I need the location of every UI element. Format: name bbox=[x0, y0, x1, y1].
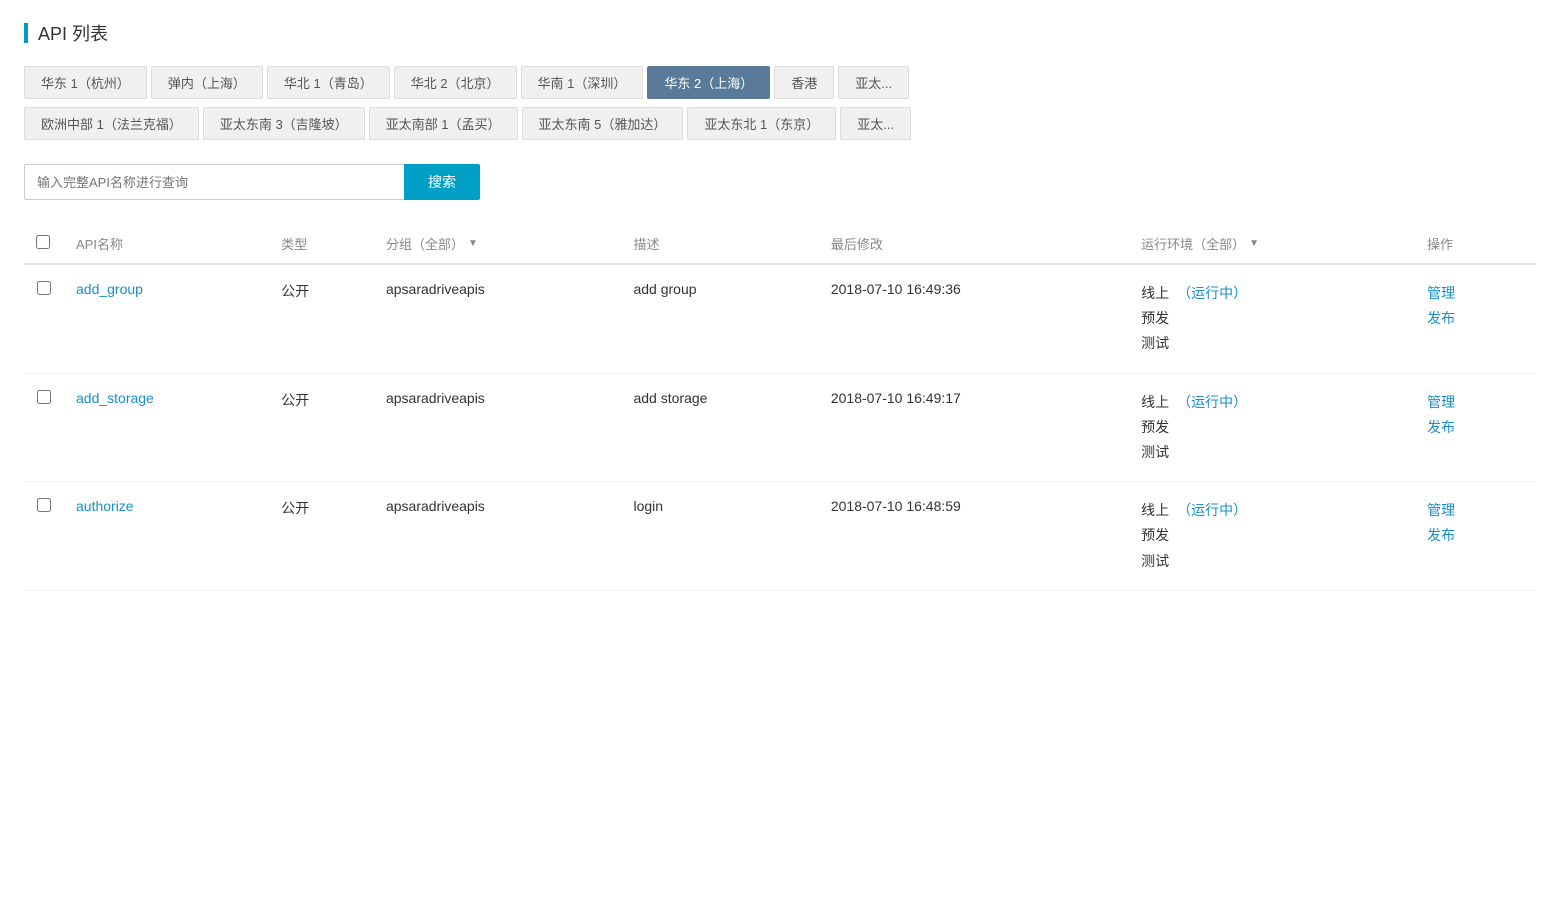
row-modified: 2018-07-10 16:48:59 bbox=[819, 482, 1129, 591]
row-type: 公开 bbox=[269, 482, 374, 591]
env-label: 预发 bbox=[1141, 523, 1169, 548]
env-filter-header[interactable]: 运行环境（全部） ▼ bbox=[1141, 234, 1403, 253]
row-api-name[interactable]: add_group bbox=[64, 264, 269, 373]
row-env: 线上预发测试 （运行中） bbox=[1129, 264, 1415, 373]
row-group: apsaradriveapis bbox=[374, 373, 622, 482]
table-body: add_group公开apsaradriveapisadd group2018-… bbox=[24, 264, 1536, 590]
region-tab-frankfurt[interactable]: 欧洲中部 1（法兰克福） bbox=[24, 107, 199, 140]
row-desc: login bbox=[621, 482, 818, 591]
row-api-name[interactable]: authorize bbox=[64, 482, 269, 591]
api-name-link[interactable]: add_storage bbox=[76, 390, 154, 406]
page-title-text: API 列表 bbox=[38, 20, 108, 46]
th-env[interactable]: 运行环境（全部） ▼ bbox=[1129, 224, 1415, 264]
th-desc: 描述 bbox=[621, 224, 818, 264]
api-name-link[interactable]: authorize bbox=[76, 498, 134, 514]
op-发布[interactable]: 发布 bbox=[1427, 419, 1455, 435]
api-name-link[interactable]: add_group bbox=[76, 281, 143, 297]
row-modified: 2018-07-10 16:49:17 bbox=[819, 373, 1129, 482]
region-tab-tokyo[interactable]: 亚太东北 1（东京） bbox=[687, 107, 836, 140]
row-2-checkbox[interactable] bbox=[37, 390, 51, 404]
row-env: 线上预发测试 （运行中） bbox=[1129, 482, 1415, 591]
op-发布[interactable]: 发布 bbox=[1427, 310, 1455, 326]
op-发布[interactable]: 发布 bbox=[1427, 527, 1455, 543]
region-tabs-row1: 华东 1（杭州） 弹内（上海） 华北 1（青岛） 华北 2（北京） 华南 1（深… bbox=[24, 66, 1536, 99]
table-row: authorize 公开apsaradriveapislogin2018-07-1… bbox=[24, 482, 1536, 591]
env-filter-arrow: ▼ bbox=[1249, 238, 1259, 249]
th-api-name: API名称 bbox=[64, 224, 269, 264]
row-type: 公开 bbox=[269, 264, 374, 373]
region-tab-asia2[interactable]: 亚太... bbox=[840, 107, 911, 140]
region-tab-hongkong[interactable]: 香港 bbox=[774, 66, 834, 99]
table-row: add_storage 公开apsaradriveapisadd storage2… bbox=[24, 373, 1536, 482]
region-tabs-row2: 欧洲中部 1（法兰克福） 亚太东南 3（吉隆坡） 亚太南部 1（孟买） 亚太东南… bbox=[24, 107, 1536, 140]
region-tab-qingdao[interactable]: 华北 1（青岛） bbox=[267, 66, 390, 99]
region-tab-hangzhou[interactable]: 华东 1（杭州） bbox=[24, 66, 147, 99]
op-管理[interactable]: 管理 bbox=[1427, 285, 1455, 301]
env-label: 线上 bbox=[1141, 498, 1169, 523]
row-checkbox-cell[interactable] bbox=[24, 373, 64, 482]
row-type: 公开 bbox=[269, 373, 374, 482]
row-op[interactable]: 管理发布 bbox=[1415, 482, 1536, 591]
api-table: API名称 类型 分组（全部） ▼ 描述 最后修改 运行环境（全部） ▼ 操作 bbox=[24, 224, 1536, 591]
region-tab-shenzhen[interactable]: 华南 1（深圳） bbox=[521, 66, 644, 99]
region-tab-shanghai2[interactable]: 华东 2（上海） bbox=[647, 66, 770, 99]
env-label: 测试 bbox=[1141, 331, 1169, 356]
status-badge[interactable]: （运行中） bbox=[1177, 498, 1247, 523]
region-tab-beijing[interactable]: 华北 2（北京） bbox=[394, 66, 517, 99]
group-filter-arrow: ▼ bbox=[468, 238, 478, 249]
search-button[interactable]: 搜索 bbox=[404, 164, 480, 200]
row-desc: add storage bbox=[621, 373, 818, 482]
search-row: 搜索 bbox=[24, 164, 1536, 200]
row-group: apsaradriveapis bbox=[374, 482, 622, 591]
region-tab-mumbai[interactable]: 亚太南部 1（孟买） bbox=[369, 107, 518, 140]
row-env: 线上预发测试 （运行中） bbox=[1129, 373, 1415, 482]
select-all-checkbox[interactable] bbox=[36, 235, 50, 249]
env-label: 预发 bbox=[1141, 306, 1169, 331]
th-op: 操作 bbox=[1415, 224, 1536, 264]
page-title: API 列表 bbox=[24, 20, 1536, 46]
row-op[interactable]: 管理发布 bbox=[1415, 264, 1536, 373]
env-label: 线上 bbox=[1141, 390, 1169, 415]
search-input[interactable] bbox=[24, 164, 404, 200]
row-checkbox-cell[interactable] bbox=[24, 264, 64, 373]
status-badge[interactable]: （运行中） bbox=[1177, 390, 1247, 415]
region-tab-jakarta[interactable]: 亚太东南 5（雅加达） bbox=[522, 107, 684, 140]
region-tab-kualalumpur[interactable]: 亚太东南 3（吉隆坡） bbox=[203, 107, 365, 140]
row-modified: 2018-07-10 16:49:36 bbox=[819, 264, 1129, 373]
row-desc: add group bbox=[621, 264, 818, 373]
env-label: 测试 bbox=[1141, 549, 1169, 574]
table-header-row: API名称 类型 分组（全部） ▼ 描述 最后修改 运行环境（全部） ▼ 操作 bbox=[24, 224, 1536, 264]
row-group: apsaradriveapis bbox=[374, 264, 622, 373]
row-checkbox-cell[interactable] bbox=[24, 482, 64, 591]
table-row: add_group 公开apsaradriveapisadd group2018-… bbox=[24, 264, 1536, 373]
group-header-label: 分组（全部） bbox=[386, 234, 464, 253]
op-管理[interactable]: 管理 bbox=[1427, 502, 1455, 518]
th-group[interactable]: 分组（全部） ▼ bbox=[374, 224, 622, 264]
env-label: 预发 bbox=[1141, 415, 1169, 440]
region-tab-shanghai[interactable]: 弹内（上海） bbox=[151, 66, 263, 99]
row-api-name[interactable]: add_storage bbox=[64, 373, 269, 482]
env-label: 测试 bbox=[1141, 440, 1169, 465]
env-header-label: 运行环境（全部） bbox=[1141, 234, 1245, 253]
row-op[interactable]: 管理发布 bbox=[1415, 373, 1536, 482]
page-container: API 列表 华东 1（杭州） 弹内（上海） 华北 1（青岛） 华北 2（北京）… bbox=[0, 0, 1560, 611]
op-管理[interactable]: 管理 bbox=[1427, 394, 1455, 410]
th-type: 类型 bbox=[269, 224, 374, 264]
row-1-checkbox[interactable] bbox=[37, 281, 51, 295]
group-filter-header[interactable]: 分组（全部） ▼ bbox=[386, 234, 610, 253]
env-label: 线上 bbox=[1141, 281, 1169, 306]
th-select-all[interactable] bbox=[24, 224, 64, 264]
region-tab-asia1[interactable]: 亚太... bbox=[838, 66, 909, 99]
th-modified: 最后修改 bbox=[819, 224, 1129, 264]
status-badge[interactable]: （运行中） bbox=[1177, 281, 1247, 306]
row-3-checkbox[interactable] bbox=[37, 498, 51, 512]
